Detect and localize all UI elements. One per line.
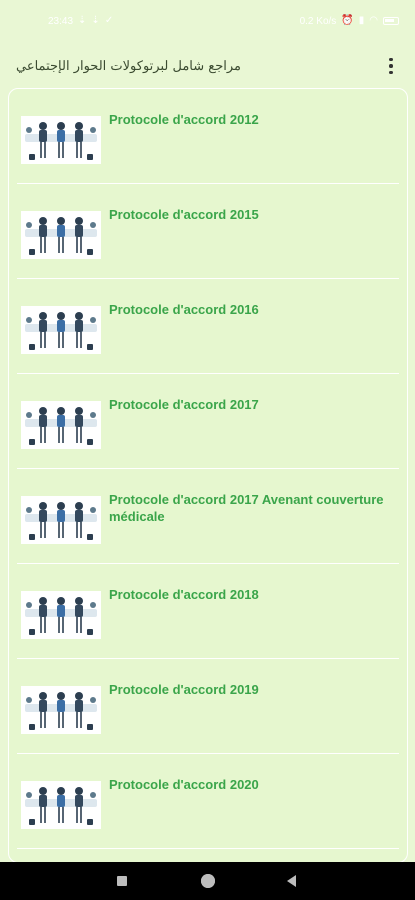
- meeting-people-icon: [21, 781, 101, 829]
- meeting-people-icon: [21, 496, 101, 544]
- list-item-title: Protocole d'accord 2019: [109, 682, 259, 697]
- meeting-people-icon: [21, 306, 101, 354]
- list-item[interactable]: Protocole d'accord 2019: [17, 659, 399, 754]
- recents-button[interactable]: [117, 876, 127, 886]
- list-item-title: Protocole d'accord 2015: [109, 207, 259, 222]
- list-item[interactable]: Protocole d'accord 2017: [17, 374, 399, 469]
- status-bar: 23:43 ⇣ ⇣ ✓ 0.2 Ko/s ⏰ ▮ ◠: [0, 0, 415, 42]
- download-icon: ⇣: [91, 15, 100, 26]
- list-item[interactable]: Protocole d'accord 2017 Avenant couvertu…: [17, 469, 399, 564]
- more-vert-icon[interactable]: [379, 54, 403, 78]
- app-title: مراجع شامل لبرتوكولات الحوار الإجتماعي: [16, 58, 241, 74]
- list-item[interactable]: Protocole d'accord 2016: [17, 279, 399, 374]
- list-item[interactable]: Protocole d'accord 2015: [17, 184, 399, 279]
- download-icon: ⇣: [78, 15, 87, 26]
- meeting-people-icon: [21, 401, 101, 449]
- meeting-people-icon: [21, 686, 101, 734]
- check-icon: ✓: [104, 15, 114, 26]
- meeting-people-icon: [21, 116, 101, 164]
- list-item[interactable]: Protocole d'accord 2020: [17, 754, 399, 849]
- status-right: 0.2 Ko/s ⏰ ▮ ◠: [300, 16, 399, 27]
- app-toolbar: مراجع شامل لبرتوكولات الحوار الإجتماعي: [0, 42, 415, 90]
- meeting-people-icon: [21, 591, 101, 639]
- back-button[interactable]: [287, 875, 296, 887]
- list-item[interactable]: Protocole d'accord 2012: [17, 89, 399, 184]
- meeting-people-icon: [21, 211, 101, 259]
- list-item[interactable]: Protocole d'accord 2018: [17, 564, 399, 659]
- list-item-title: Protocole d'accord 2018: [109, 587, 259, 602]
- list-item-title: Protocole d'accord 2016: [109, 302, 259, 317]
- battery-icon: [383, 17, 399, 25]
- alarm-icon: ⏰: [341, 15, 354, 26]
- network-speed: 0.2 Ko/s: [299, 15, 337, 27]
- wifi-icon: ◠: [369, 15, 378, 26]
- system-nav-bar: [0, 862, 415, 900]
- list-item-title: Protocole d'accord 2020: [109, 777, 259, 792]
- status-left: 23:43 ⇣ ⇣ ✓: [48, 16, 113, 27]
- list-item-title: Protocole d'accord 2017: [109, 397, 259, 412]
- list-item-title: Protocole d'accord 2012: [109, 112, 259, 127]
- list-item-title: Protocole d'accord 2017 Avenant couvertu…: [109, 492, 384, 524]
- status-time: 23:43: [48, 15, 74, 27]
- protocol-list: Protocole d'accord 2012 Protocole d'accor…: [8, 88, 408, 863]
- home-button[interactable]: [201, 874, 215, 888]
- signal-icon: ▮: [358, 15, 365, 26]
